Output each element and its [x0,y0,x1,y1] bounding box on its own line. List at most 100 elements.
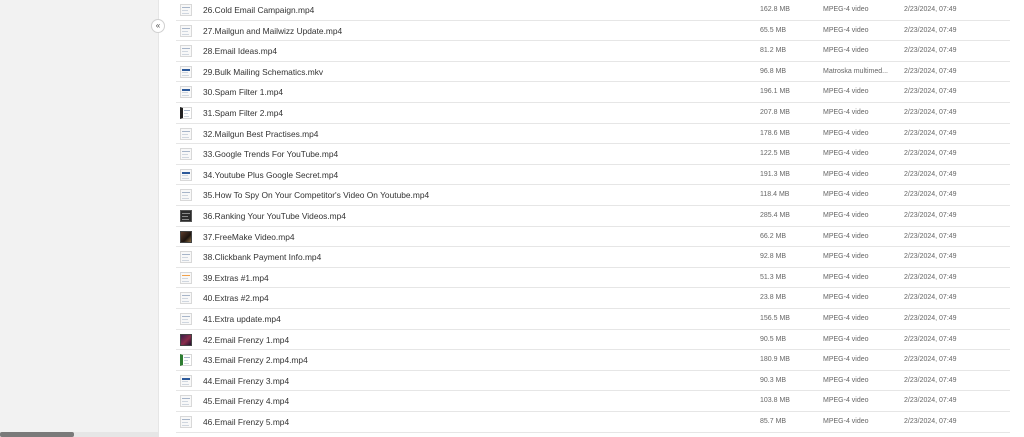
file-thumbnail-icon [180,148,192,161]
file-thumbnail-icon [180,271,192,284]
file-type: MPEG-4 video [823,212,869,219]
file-name: 45.Email Frenzy 4.mp4 [203,396,290,407]
file-name: 32.Mailgun Best Practises.mp4 [203,128,319,139]
file-type: MPEG-4 video [823,294,869,302]
file-modified-date: 2/23/2024, 07:49 [904,150,957,158]
file-name: 35.How To Spy On Your Competitor's Video… [203,190,430,201]
file-type: MPEG-4 video [823,88,869,96]
file-size: 85.7 MB [760,418,787,425]
file-modified-date: 2/23/2024, 07:49 [904,315,957,322]
file-type: MPEG-4 video [823,26,869,34]
file-row[interactable]: 28.Email Ideas.mp4 81.2 MB MPEG-4 video 2/2… [176,41,1010,62]
file-row[interactable]: 41.Extra update.mp4 156.5 MB MPEG-4 video 2… [176,309,1010,330]
file-name: 26.Cold Email Campaign.mp4 [203,5,315,15]
file-modified-date: 2/23/2024, 07:49 [904,26,957,34]
file-thumbnail-icon [180,230,192,243]
file-thumbnail-icon [180,4,192,16]
file-size: 51.3 MB [760,273,787,281]
horizontal-scrollbar[interactable] [0,432,159,437]
file-type: MPEG-4 video [823,418,869,425]
file-name: 31.Spam Filter 2.mp4 [203,108,284,118]
file-modified-date: 2/23/2024, 07:49 [904,191,957,199]
file-name: 34.Youtube Plus Google Secret.mp4 [203,169,339,180]
file-row[interactable]: 37.FreeMake Video.mp4 66.2 MB MPEG-4 video… [176,227,1010,248]
file-type: MPEG-4 video [823,47,869,55]
file-type: MPEG-4 video [823,335,869,343]
file-name: 41.Extra update.mp4 [203,314,281,324]
file-thumbnail-icon [180,45,192,58]
file-modified-date: 2/23/2024, 07:49 [904,294,957,302]
file-type: MPEG-4 video [823,376,869,384]
file-size: 156.5 MB [760,315,790,322]
file-row[interactable]: 35.How To Spy On Your Competitor's Video… [176,185,1010,206]
file-modified-date: 2/23/2024, 07:49 [904,170,957,178]
file-modified-date: 2/23/2024, 07:49 [904,376,957,384]
file-thumbnail-icon [180,374,192,387]
file-row[interactable]: 27.Mailgun and Mailwizz Update.mp4 65.5 M… [176,21,1010,42]
file-row[interactable]: 44.Email Frenzy 3.mp4 90.3 MB MPEG-4 video… [176,371,1010,392]
file-name: 36.Ranking Your YouTube Videos.mp4 [203,211,346,221]
file-row[interactable]: 43.Email Frenzy 2.mp4.mp4 180.9 MB MPEG-4 … [176,350,1010,371]
file-name: 39.Extras #1.mp4 [203,272,269,283]
file-type: MPEG-4 video [823,232,869,240]
file-name: 44.Email Frenzy 3.mp4 [203,375,290,386]
file-size: 66.2 MB [760,232,787,240]
file-modified-date: 2/23/2024, 07:49 [904,418,957,425]
file-thumbnail-icon [180,333,192,346]
file-size: 207.8 MB [760,109,790,116]
file-row[interactable]: 45.Email Frenzy 4.mp4 103.8 MB MPEG-4 vide… [176,391,1010,412]
file-modified-date: 2/23/2024, 07:49 [904,397,957,405]
file-modified-date: 2/23/2024, 07:49 [904,253,957,261]
file-row[interactable]: 46.Email Frenzy 5.mp4 85.7 MB MPEG-4 video… [176,412,1010,433]
file-modified-date: 2/23/2024, 07:49 [904,273,957,281]
file-modified-date: 2/23/2024, 07:49 [904,356,957,364]
file-thumbnail-icon [180,189,192,202]
file-modified-date: 2/23/2024, 07:49 [904,109,957,116]
file-modified-date: 2/23/2024, 07:49 [904,335,957,343]
file-size: 92.8 MB [760,253,787,261]
file-row[interactable]: 39.Extras #1.mp4 51.3 MB MPEG-4 video 2/23/… [176,268,1010,289]
file-thumbnail-icon [180,168,192,181]
file-size: 122.5 MB [760,150,790,158]
file-name: 27.Mailgun and Mailwizz Update.mp4 [203,25,343,36]
file-row[interactable]: 32.Mailgun Best Practises.mp4 178.6 MB MPE… [176,124,1010,145]
file-size: 196.1 MB [760,88,790,96]
file-thumbnail-icon [180,107,192,119]
file-type: MPEG-4 video [823,253,869,261]
file-thumbnail-icon [180,210,192,222]
file-thumbnail-icon [180,86,192,99]
file-modified-date: 2/23/2024, 07:49 [904,47,957,55]
file-row[interactable]: 40.Extras #2.mp4 23.8 MB MPEG-4 video 2/23/… [176,288,1010,309]
file-name: 40.Extras #2.mp4 [203,293,269,304]
file-modified-date: 2/23/2024, 07:49 [904,6,957,13]
file-name: 33.Google Trends For YouTube.mp4 [203,149,339,160]
file-size: 118.4 MB [760,191,790,199]
file-thumbnail-icon [180,313,192,325]
file-row[interactable]: 33.Google Trends For YouTube.mp4 122.5 MB… [176,144,1010,165]
file-name: 28.Email Ideas.mp4 [203,46,278,57]
file-size: 90.3 MB [760,376,787,384]
file-size: 180.9 MB [760,356,790,364]
file-row[interactable]: 42.Email Frenzy 1.mp4 90.5 MB MPEG-4 video… [176,330,1010,351]
file-row[interactable]: 38.Clickbank Payment Info.mp4 92.8 MB MPEG… [176,247,1010,268]
file-thumbnail-icon [180,395,192,408]
file-name: 43.Email Frenzy 2.mp4.mp4 [203,355,308,366]
scrollbar-thumb[interactable] [0,432,74,437]
file-row[interactable]: 29.Bulk Mailing Schematics.mkv 96.8 MB Mat… [176,62,1010,83]
file-row[interactable]: 34.Youtube Plus Google Secret.mp4 191.3 M… [176,165,1010,186]
file-type: MPEG-4 video [823,170,869,178]
file-row[interactable]: 31.Spam Filter 2.mp4 207.8 MB MPEG-4 video… [176,103,1010,124]
file-thumbnail-icon [180,65,192,78]
file-thumbnail-icon [180,292,192,305]
file-modified-date: 2/23/2024, 07:49 [904,67,957,75]
file-size: 96.8 MB [760,67,787,75]
file-name: 37.FreeMake Video.mp4 [203,231,295,242]
file-row[interactable]: 26.Cold Email Campaign.mp4 162.8 MB MPEG-4… [176,0,1010,21]
file-thumbnail-icon [180,354,192,367]
file-type: MPEG-4 video [823,150,869,158]
file-name: 42.Email Frenzy 1.mp4 [203,334,290,345]
file-name: 29.Bulk Mailing Schematics.mkv [203,66,324,77]
collapse-sidebar-button[interactable]: « [151,19,165,33]
file-row[interactable]: 30.Spam Filter 1.mp4 196.1 MB MPEG-4 video… [176,82,1010,103]
file-row[interactable]: 36.Ranking Your YouTube Videos.mp4 285.4 … [176,206,1010,227]
